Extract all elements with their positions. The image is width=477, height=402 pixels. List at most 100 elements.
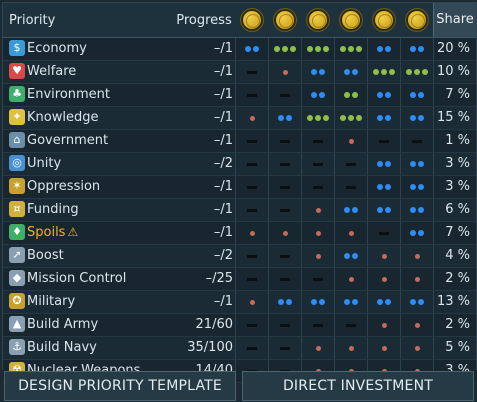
control-point-priority-cell[interactable]	[400, 245, 434, 267]
control-point-priority-cell[interactable]	[367, 314, 401, 336]
control-point-priority-cell[interactable]	[367, 38, 401, 60]
control-point-priority-cell[interactable]	[268, 337, 302, 359]
control-point-priority-cell[interactable]	[268, 130, 302, 152]
control-point-priority-cell[interactable]	[268, 268, 302, 290]
priority-row[interactable]: ♦ Spoils ⚠ –/1 7 %	[3, 222, 476, 245]
control-point-priority-cell[interactable]	[334, 222, 368, 244]
control-point-priority-cell[interactable]	[334, 291, 368, 313]
priority-row[interactable]: ✶ Oppression –/1 3 %	[3, 176, 476, 199]
control-point-priority-cell[interactable]	[301, 130, 335, 152]
control-point-priority-cell[interactable]	[334, 84, 368, 106]
share-column-header[interactable]: Share	[433, 3, 476, 37]
control-point-priority-cell[interactable]	[301, 84, 335, 106]
control-point-coin-icon[interactable]	[340, 9, 362, 31]
control-point-priority-cell[interactable]	[235, 291, 269, 313]
control-point-priority-cell[interactable]	[301, 268, 335, 290]
control-point-priority-cell[interactable]	[334, 199, 368, 221]
control-point-priority-cell[interactable]	[235, 222, 269, 244]
control-point-priority-cell[interactable]	[400, 176, 434, 198]
control-point-priority-cell[interactable]	[301, 153, 335, 175]
control-point-priority-cell[interactable]	[334, 153, 368, 175]
control-point-priority-cell[interactable]	[334, 176, 368, 198]
control-point-priority-cell[interactable]	[400, 222, 434, 244]
priority-row[interactable]: ♥ Welfare –/1 10 %	[3, 61, 476, 84]
design-priority-template-button[interactable]: DESIGN PRIORITY TEMPLATE	[4, 371, 236, 401]
control-point-priority-cell[interactable]	[400, 291, 434, 313]
control-point-priority-cell[interactable]	[367, 176, 401, 198]
control-point-priority-cell[interactable]	[235, 130, 269, 152]
control-point-priority-cell[interactable]	[400, 314, 434, 336]
priority-row[interactable]: ◆ Mission Control –/25 2 %	[3, 268, 476, 291]
control-point-priority-cell[interactable]	[334, 337, 368, 359]
control-point-coin-icon[interactable]	[307, 9, 329, 31]
control-point-priority-cell[interactable]	[367, 245, 401, 267]
priority-row[interactable]: ◎ Unity –/2 3 %	[3, 153, 476, 176]
control-point-priority-cell[interactable]	[400, 153, 434, 175]
control-point-priority-cell[interactable]	[400, 337, 434, 359]
control-point-priority-cell[interactable]	[367, 222, 401, 244]
control-point-priority-cell[interactable]	[235, 337, 269, 359]
control-point-priority-cell[interactable]	[268, 314, 302, 336]
control-point-priority-cell[interactable]	[367, 153, 401, 175]
control-point-coin-icon[interactable]	[406, 9, 428, 31]
control-point-priority-cell[interactable]	[400, 84, 434, 106]
control-point-priority-cell[interactable]	[235, 199, 269, 221]
control-point-priority-cell[interactable]	[268, 222, 302, 244]
control-point-priority-cell[interactable]	[367, 199, 401, 221]
control-point-priority-cell[interactable]	[400, 268, 434, 290]
control-point-priority-cell[interactable]	[235, 38, 269, 60]
priority-column-header[interactable]: Priority	[9, 13, 55, 28]
control-point-priority-cell[interactable]	[367, 337, 401, 359]
control-point-priority-cell[interactable]	[367, 130, 401, 152]
control-point-priority-cell[interactable]	[268, 153, 302, 175]
control-point-priority-cell[interactable]	[334, 314, 368, 336]
priority-row[interactable]: ▲ Build Army 21/60 2 %	[3, 314, 476, 337]
control-point-priority-cell[interactable]	[268, 107, 302, 129]
control-point-priority-cell[interactable]	[334, 130, 368, 152]
control-point-priority-cell[interactable]	[235, 61, 269, 83]
control-point-priority-cell[interactable]	[301, 61, 335, 83]
control-point-priority-cell[interactable]	[268, 61, 302, 83]
priority-row[interactable]: ✦ Knowledge –/1 15 %	[3, 107, 476, 130]
control-point-priority-cell[interactable]	[268, 291, 302, 313]
control-point-priority-cell[interactable]	[235, 176, 269, 198]
priority-row[interactable]: $ Economy –/1 20 %	[3, 38, 476, 61]
control-point-priority-cell[interactable]	[400, 130, 434, 152]
progress-column-header[interactable]: Progress	[171, 13, 237, 28]
control-point-priority-cell[interactable]	[301, 314, 335, 336]
control-point-priority-cell[interactable]	[301, 222, 335, 244]
control-point-priority-cell[interactable]	[400, 38, 434, 60]
control-point-priority-cell[interactable]	[367, 61, 401, 83]
control-point-priority-cell[interactable]	[367, 291, 401, 313]
control-point-priority-cell[interactable]	[301, 107, 335, 129]
priority-row[interactable]: ➚ Boost –/2 4 %	[3, 245, 476, 268]
control-point-priority-cell[interactable]	[268, 84, 302, 106]
control-point-priority-cell[interactable]	[235, 314, 269, 336]
control-point-priority-cell[interactable]	[301, 291, 335, 313]
direct-investment-button[interactable]: DIRECT INVESTMENT	[242, 371, 474, 401]
control-point-priority-cell[interactable]	[334, 38, 368, 60]
control-point-priority-cell[interactable]	[301, 199, 335, 221]
control-point-priority-cell[interactable]	[235, 268, 269, 290]
control-point-priority-cell[interactable]	[301, 38, 335, 60]
control-point-priority-cell[interactable]	[268, 245, 302, 267]
control-point-priority-cell[interactable]	[301, 337, 335, 359]
control-point-priority-cell[interactable]	[235, 245, 269, 267]
priority-row[interactable]: ¤ Funding –/1 6 %	[3, 199, 476, 222]
control-point-priority-cell[interactable]	[301, 176, 335, 198]
control-point-priority-cell[interactable]	[367, 268, 401, 290]
control-point-priority-cell[interactable]	[235, 153, 269, 175]
control-point-priority-cell[interactable]	[400, 107, 434, 129]
control-point-priority-cell[interactable]	[400, 61, 434, 83]
control-point-priority-cell[interactable]	[334, 245, 368, 267]
control-point-priority-cell[interactable]	[334, 268, 368, 290]
priority-row[interactable]: ♣ Environment –/1 7 %	[3, 84, 476, 107]
control-point-priority-cell[interactable]	[367, 84, 401, 106]
control-point-priority-cell[interactable]	[268, 199, 302, 221]
control-point-coin-icon[interactable]	[241, 9, 263, 31]
priority-row[interactable]: ⚓ Build Navy 35/100 5 %	[3, 337, 476, 360]
control-point-priority-cell[interactable]	[334, 61, 368, 83]
control-point-priority-cell[interactable]	[268, 38, 302, 60]
control-point-priority-cell[interactable]	[235, 84, 269, 106]
priority-row[interactable]: ✪ Military –/1 13 %	[3, 291, 476, 314]
